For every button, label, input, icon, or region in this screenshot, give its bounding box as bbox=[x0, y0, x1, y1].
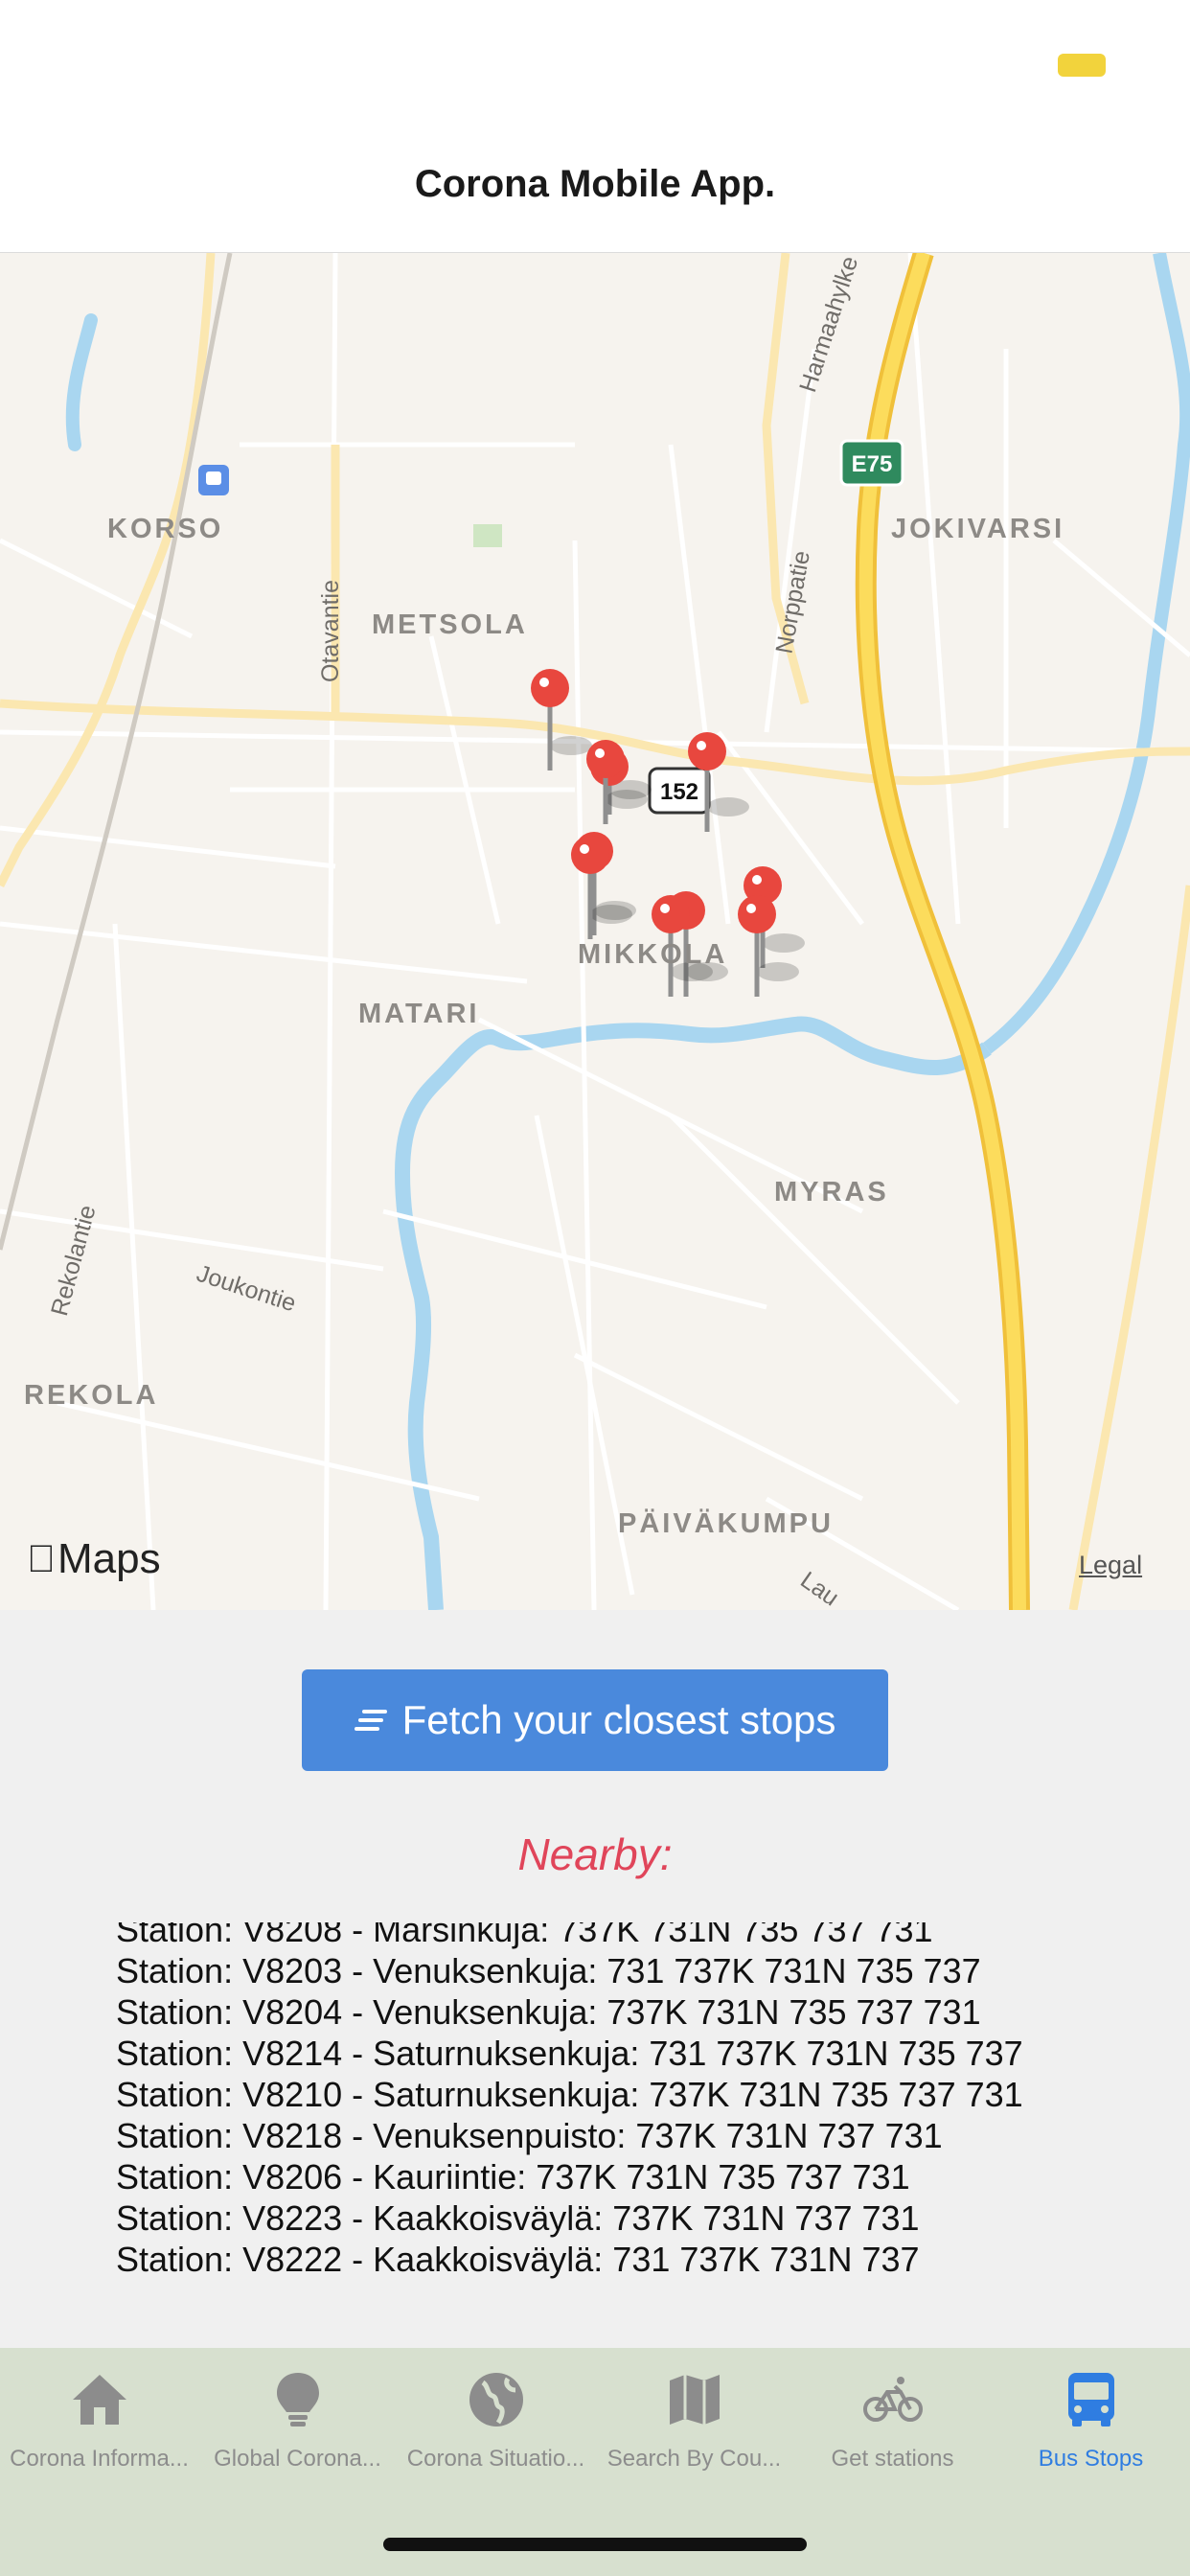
tab-label: Search By Cou... bbox=[606, 2446, 782, 2472]
area-label-paivakumpu: PÄIVÄKUMPU bbox=[618, 1508, 834, 1539]
map-canvas[interactable]: E75 152 bbox=[0, 253, 1190, 1610]
tab-label: Bus Stops bbox=[1038, 2446, 1144, 2472]
area-label-matari: MATARI bbox=[358, 999, 480, 1029]
station-item[interactable]: Station: V8206 - Kauriintie: 737K 731N 7… bbox=[116, 2156, 1023, 2197]
map-view[interactable]: E75 152 KORSO METSOLA JOKIVARSI MIKKOLA … bbox=[0, 253, 1190, 1610]
home-icon bbox=[72, 2375, 126, 2425]
tab-corona-situation[interactable]: Corona Situatio... bbox=[397, 2348, 595, 2511]
status-indicator bbox=[1058, 54, 1106, 77]
tab-label: Get stations bbox=[831, 2446, 954, 2472]
station-item[interactable]: Station: V8208 - Marsinkuja: 737K 731N 7… bbox=[116, 1922, 1023, 1950]
bus-icon bbox=[1067, 2373, 1114, 2426]
apple-maps-attribution:  Maps bbox=[27, 1535, 161, 1582]
map-icon bbox=[669, 2375, 720, 2425]
station-item[interactable]: Station: V8210 - Saturnuksenkuja: 737K 7… bbox=[116, 2074, 1023, 2115]
tab-get-stations[interactable]: Get stations bbox=[793, 2348, 992, 2511]
route-152-shield: 152 bbox=[648, 767, 711, 815]
train-station-icon bbox=[198, 465, 229, 495]
list-lines-icon bbox=[354, 1708, 389, 1733]
apple-logo-icon:  bbox=[27, 1538, 56, 1581]
home-indicator bbox=[383, 2538, 807, 2551]
legal-link[interactable]: Legal bbox=[1079, 1551, 1142, 1580]
area-label-metsola: METSOLA bbox=[372, 610, 528, 640]
fetch-button-label: Fetch your closest stops bbox=[401, 1697, 836, 1742]
tab-bus-stops[interactable]: Bus Stops bbox=[992, 2348, 1190, 2511]
area-label-mikkola: MIKKOLA bbox=[578, 939, 728, 970]
tab-global-corona[interactable]: Global Corona... bbox=[198, 2348, 397, 2511]
fetch-closest-stops-button[interactable]: Fetch your closest stops bbox=[302, 1669, 888, 1771]
tab-search-by-country[interactable]: Search By Cou... bbox=[595, 2348, 793, 2511]
station-item[interactable]: Station: V8222 - Kaakkoisväylä: 731 737K… bbox=[116, 2239, 1023, 2280]
globe-icon bbox=[469, 2373, 523, 2426]
svg-text:E75: E75 bbox=[852, 451, 893, 477]
page-title: Corona Mobile App. bbox=[414, 163, 776, 205]
nearby-heading: Nearby: bbox=[517, 1829, 673, 1879]
road-label-otavantie: Otavantie bbox=[317, 579, 345, 683]
bicycle-icon bbox=[862, 2377, 923, 2422]
area-label-korso: KORSO bbox=[107, 514, 224, 544]
station-item[interactable]: Station: V8204 - Venuksenkuja: 737K 731N… bbox=[116, 1991, 1023, 2033]
area-label-rekola: REKOLA bbox=[24, 1380, 159, 1411]
area-label-jokivarsi: JOKIVARSI bbox=[891, 514, 1065, 544]
tab-label: Corona Situatio... bbox=[406, 2446, 585, 2472]
tab-corona-information[interactable]: Corona Informa... bbox=[0, 2348, 198, 2511]
app-header: Corona Mobile App. bbox=[0, 0, 1190, 253]
station-item[interactable]: Station: V8214 - Saturnuksenkuja: 731 73… bbox=[116, 2033, 1023, 2074]
stations-list[interactable]: Station: V8208 - Marsinkuja: 737K 731N 7… bbox=[116, 1922, 1170, 2296]
e75-shield: E75 bbox=[839, 439, 904, 487]
area-label-myras: MYRAS bbox=[774, 1177, 889, 1208]
map-pin[interactable] bbox=[531, 669, 592, 770]
tab-label: Corona Informa... bbox=[10, 2446, 189, 2472]
station-item[interactable]: Station: V8218 - Venuksenpuisto: 737K 73… bbox=[116, 2115, 1023, 2156]
tab-label: Global Corona... bbox=[214, 2446, 381, 2472]
station-item[interactable]: Station: V8203 - Venuksenkuja: 731 737K … bbox=[116, 1950, 1023, 1991]
station-item[interactable]: Station: V8223 - Kaakkoisväylä: 737K 731… bbox=[116, 2197, 1023, 2239]
app-screen: Corona Mobile App. E75 152 KORSO METSOLA… bbox=[0, 0, 1190, 2576]
svg-text:152: 152 bbox=[660, 779, 698, 805]
lightbulb-icon bbox=[276, 2373, 319, 2426]
